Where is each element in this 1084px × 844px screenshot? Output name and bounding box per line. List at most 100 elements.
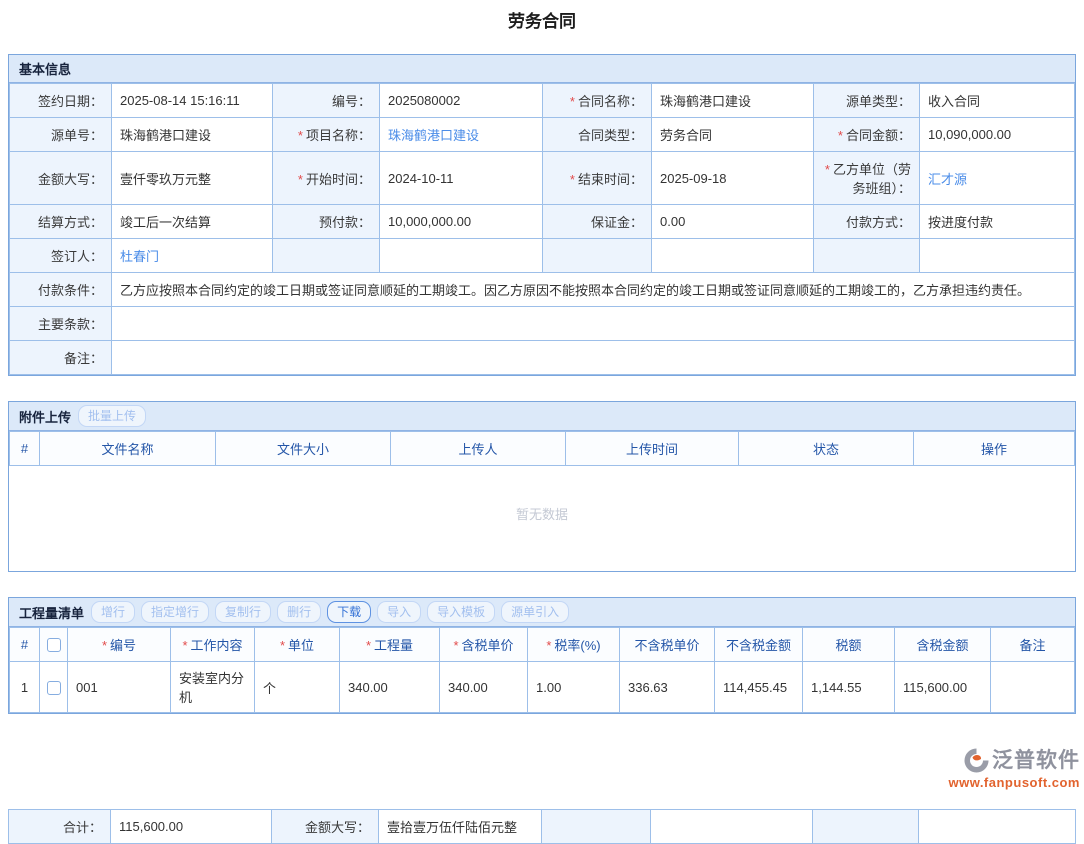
boq-section: 工程量清单 增行指定增行复制行删行下载导入导入模板源单引入 #*编号*工作内容*… (8, 597, 1076, 714)
required-mark: * (453, 638, 458, 653)
import-template-button[interactable]: 导入模板 (427, 601, 495, 623)
field-label: *合同名称： (543, 84, 652, 118)
basic-info-row: 源单号：珠海鹤港口建设*项目名称：珠海鹤港口建设合同类型：劳务合同*合同金额：1… (10, 118, 1075, 152)
field-value: 0.00 (652, 205, 814, 239)
column-header: 上传时间 (566, 432, 739, 466)
basic-info-row: 主要条款： (10, 307, 1075, 341)
delete-row-button[interactable]: 删行 (277, 601, 321, 623)
source-import-button[interactable]: 源单引入 (501, 601, 569, 623)
field-value: 2025080002 (380, 84, 543, 118)
required-mark: * (280, 638, 285, 653)
field-value: 劳务合同 (652, 118, 814, 152)
field-value (380, 239, 543, 273)
field-value: 竣工后一次结算 (112, 205, 273, 239)
boq-cell (991, 662, 1075, 713)
column-header: 税额 (803, 628, 895, 662)
signer-link[interactable]: 杜春门 (120, 249, 159, 264)
field-value: 2025-09-18 (652, 152, 814, 205)
field-value: 按进度付款 (920, 205, 1075, 239)
field-label: 编号： (273, 84, 380, 118)
field-value: 2025-08-14 15:16:11 (112, 84, 273, 118)
required-mark: * (102, 638, 107, 653)
field-label (273, 239, 380, 273)
field-label: *开始时间： (273, 152, 380, 205)
amount-words-label: 金额大写： (272, 810, 379, 844)
boq-cell: 001 (68, 662, 171, 713)
field-value (919, 810, 1076, 844)
column-header: # (10, 628, 40, 662)
batch-upload-button[interactable]: 批量上传 (78, 405, 146, 427)
field-value: 乙方应按照本合同约定的竣工日期或签证同意顺延的工期竣工。因乙方原因不能按照本合同… (112, 273, 1075, 307)
field-value: 珠海鹤港口建设 (380, 118, 543, 152)
field-value: 汇才源 (920, 152, 1075, 205)
summary-row: 合计： 115,600.00 金额大写： 壹拾壹万伍仟陆佰元整 (9, 810, 1076, 844)
basic-info-row: 签订人：杜春门 (10, 239, 1075, 273)
boq-row: 1001安装室内分机个340.00340.001.00336.63114,455… (10, 662, 1075, 713)
required-mark: * (570, 94, 575, 109)
party-b-link[interactable]: 汇才源 (928, 172, 967, 187)
basic-info-row: 金额大写：壹仟零玖万元整*开始时间：2024-10-11*结束时间：2025-0… (10, 152, 1075, 205)
column-header: *税率(%) (528, 628, 620, 662)
field-label: *项目名称： (273, 118, 380, 152)
project-name-link[interactable]: 珠海鹤港口建设 (388, 128, 479, 143)
row-checkbox[interactable] (47, 681, 61, 695)
field-label: 源单类型： (814, 84, 920, 118)
column-header: 上传人 (391, 432, 566, 466)
field-value: 10,000,000.00 (380, 205, 543, 239)
field-value (112, 341, 1075, 375)
column-header: 含税金额 (895, 628, 991, 662)
boq-cell: 安装室内分机 (171, 662, 255, 713)
field-value: 10,090,000.00 (920, 118, 1075, 152)
required-mark: * (298, 128, 303, 143)
page-title: 劳务合同 (0, 7, 1084, 32)
field-value (652, 239, 814, 273)
field-label: 预付款： (273, 205, 380, 239)
boq-cell: 个 (255, 662, 340, 713)
select-all-checkbox[interactable] (47, 638, 61, 652)
field-label: 付款条件： (10, 273, 112, 307)
field-label: 备注： (10, 341, 112, 375)
attachments-title: 附件上传 (19, 407, 71, 426)
copy-row-button[interactable]: 复制行 (215, 601, 271, 623)
field-label: 付款方式： (814, 205, 920, 239)
boq-header: 工程量清单 增行指定增行复制行删行下载导入导入模板源单引入 (9, 598, 1075, 627)
attachments-table: #文件名称文件大小上传人上传时间状态操作 (9, 431, 1075, 466)
field-value (920, 239, 1075, 273)
amount-words-value: 壹拾壹万伍仟陆佰元整 (379, 810, 542, 844)
download-button[interactable]: 下载 (327, 601, 371, 623)
vendor-logo-icon (963, 747, 990, 774)
column-header: # (10, 432, 40, 466)
add-row-button[interactable]: 增行 (91, 601, 135, 623)
import-button[interactable]: 导入 (377, 601, 421, 623)
boq-table: #*编号*工作内容*单位*工程量*含税单价*税率(%)不含税单价不含税金额税额含… (9, 627, 1075, 713)
attachments-header-row: #文件名称文件大小上传人上传时间状态操作 (10, 432, 1075, 466)
column-header: *工作内容 (171, 628, 255, 662)
basic-info-row: 付款条件：乙方应按照本合同约定的竣工日期或签证同意顺延的工期竣工。因乙方原因不能… (10, 273, 1075, 307)
required-mark: * (825, 162, 830, 177)
vendor-url-text: www.fanpusoft.com (948, 776, 1080, 789)
basic-info-row: 签约日期：2025-08-14 15:16:11编号：2025080002*合同… (10, 84, 1075, 118)
row-index: 1 (10, 662, 40, 713)
required-mark: * (366, 638, 371, 653)
attachments-header: 附件上传 批量上传 (9, 402, 1075, 431)
vendor-brand-text: 泛普软件 (992, 750, 1080, 771)
vendor-watermark: 泛普软件 www.fanpusoft.com (948, 747, 1080, 789)
field-label: *结束时间： (543, 152, 652, 205)
boq-cell: 336.63 (620, 662, 715, 713)
field-value: 珠海鹤港口建设 (652, 84, 814, 118)
total-label: 合计： (9, 810, 111, 844)
field-label (814, 239, 920, 273)
row-select-cell (40, 662, 68, 713)
required-mark: * (570, 172, 575, 187)
basic-info-section: 基本信息 签约日期：2025-08-14 15:16:11编号：20250800… (8, 54, 1076, 376)
basic-info-header: 基本信息 (9, 55, 1075, 83)
field-label: 保证金： (543, 205, 652, 239)
field-label: 主要条款： (10, 307, 112, 341)
column-header: 操作 (914, 432, 1075, 466)
required-mark: * (182, 638, 187, 653)
required-mark: * (546, 638, 551, 653)
basic-info-title: 基本信息 (19, 59, 71, 78)
summary-table: 合计： 115,600.00 金额大写： 壹拾壹万伍仟陆佰元整 (8, 809, 1076, 844)
field-label (542, 810, 651, 844)
insert-row-button[interactable]: 指定增行 (141, 601, 209, 623)
